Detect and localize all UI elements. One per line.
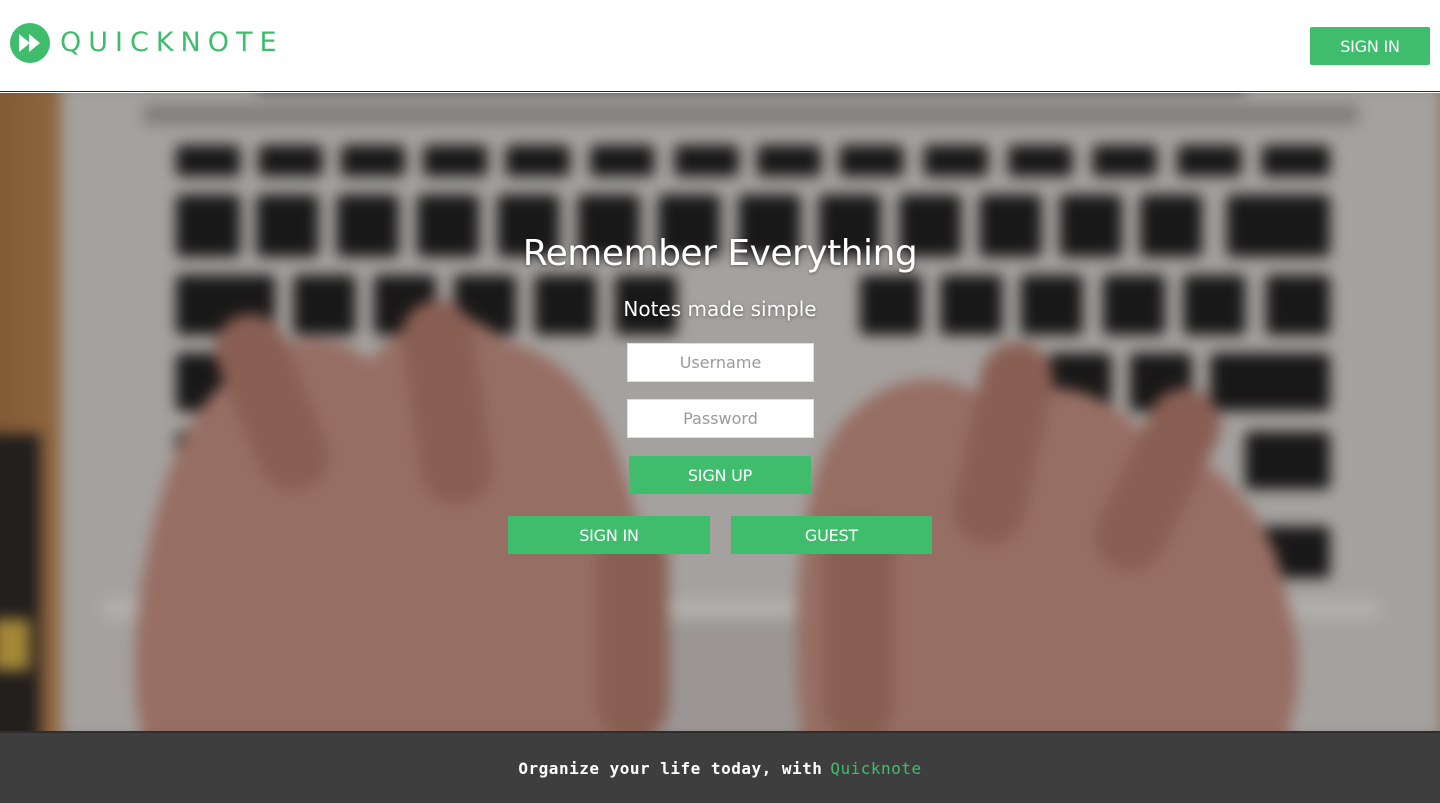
hero-title: Remember Everything: [522, 233, 918, 274]
logo[interactable]: QUICKNOTE: [10, 23, 284, 63]
logo-text: QUICKNOTE: [60, 27, 284, 58]
hero-subtitle: Notes made simple: [623, 297, 817, 321]
top-nav: QUICKNOTE SIGN IN: [0, 0, 1440, 92]
password-input[interactable]: [627, 399, 814, 438]
header-sign-in-button[interactable]: SIGN IN: [1310, 27, 1430, 65]
username-input[interactable]: [627, 343, 814, 382]
guest-button[interactable]: GUEST: [731, 516, 932, 554]
fast-forward-icon: [10, 23, 50, 63]
footer-tagline: Organize your life today, with: [518, 758, 823, 778]
footer: Organize your life today, with Quicknote: [0, 731, 1440, 803]
hero-section: Remember Everything Notes made simple SI…: [0, 93, 1440, 731]
sign-in-button[interactable]: SIGN IN: [508, 516, 710, 554]
footer-brand-link[interactable]: Quicknote: [830, 759, 921, 778]
sign-up-button[interactable]: SIGN UP: [629, 456, 811, 494]
